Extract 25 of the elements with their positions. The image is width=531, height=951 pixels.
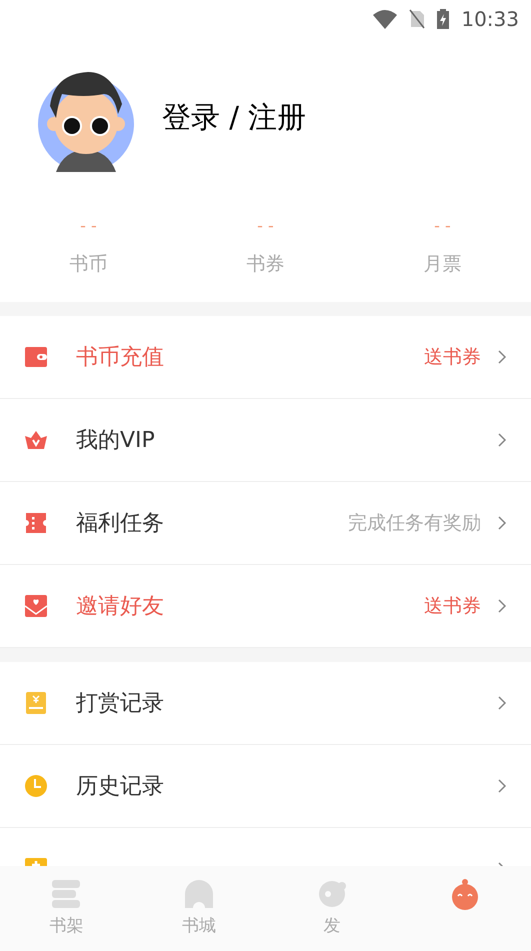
login-link[interactable]: 登录 / 注册 bbox=[162, 96, 306, 140]
ticket-icon bbox=[24, 511, 48, 535]
wifi-icon bbox=[373, 9, 398, 29]
stat-value: - - bbox=[257, 215, 274, 237]
coin-card-icon bbox=[24, 691, 48, 715]
menu-label: 书币充值 bbox=[76, 344, 164, 372]
menu-label: 邀请好友 bbox=[76, 592, 164, 620]
menu-hint: 送书券 bbox=[424, 594, 481, 619]
menu-label: 打赏记录 bbox=[76, 690, 164, 718]
wallet-icon bbox=[24, 345, 48, 369]
menu-hint: 完成任务有奖励 bbox=[348, 510, 481, 536]
stat-label: 月票 bbox=[424, 252, 462, 277]
battery-charging-icon bbox=[437, 9, 450, 29]
stat-label: 书币 bbox=[70, 252, 108, 277]
status-time: 10:33 bbox=[461, 6, 519, 33]
stat-value: - - bbox=[80, 215, 97, 237]
no-sim-icon bbox=[409, 9, 426, 29]
menu-hint: 送书券 bbox=[424, 344, 481, 370]
menu-label: 我的VIP bbox=[76, 426, 155, 454]
stat-label: 书券 bbox=[246, 252, 284, 277]
clock-icon bbox=[24, 774, 48, 798]
stat-value: - - bbox=[434, 215, 451, 237]
envelope-icon bbox=[24, 594, 48, 618]
menu-label: 福利任务 bbox=[76, 510, 164, 538]
menu-label: 历史记录 bbox=[76, 772, 164, 800]
